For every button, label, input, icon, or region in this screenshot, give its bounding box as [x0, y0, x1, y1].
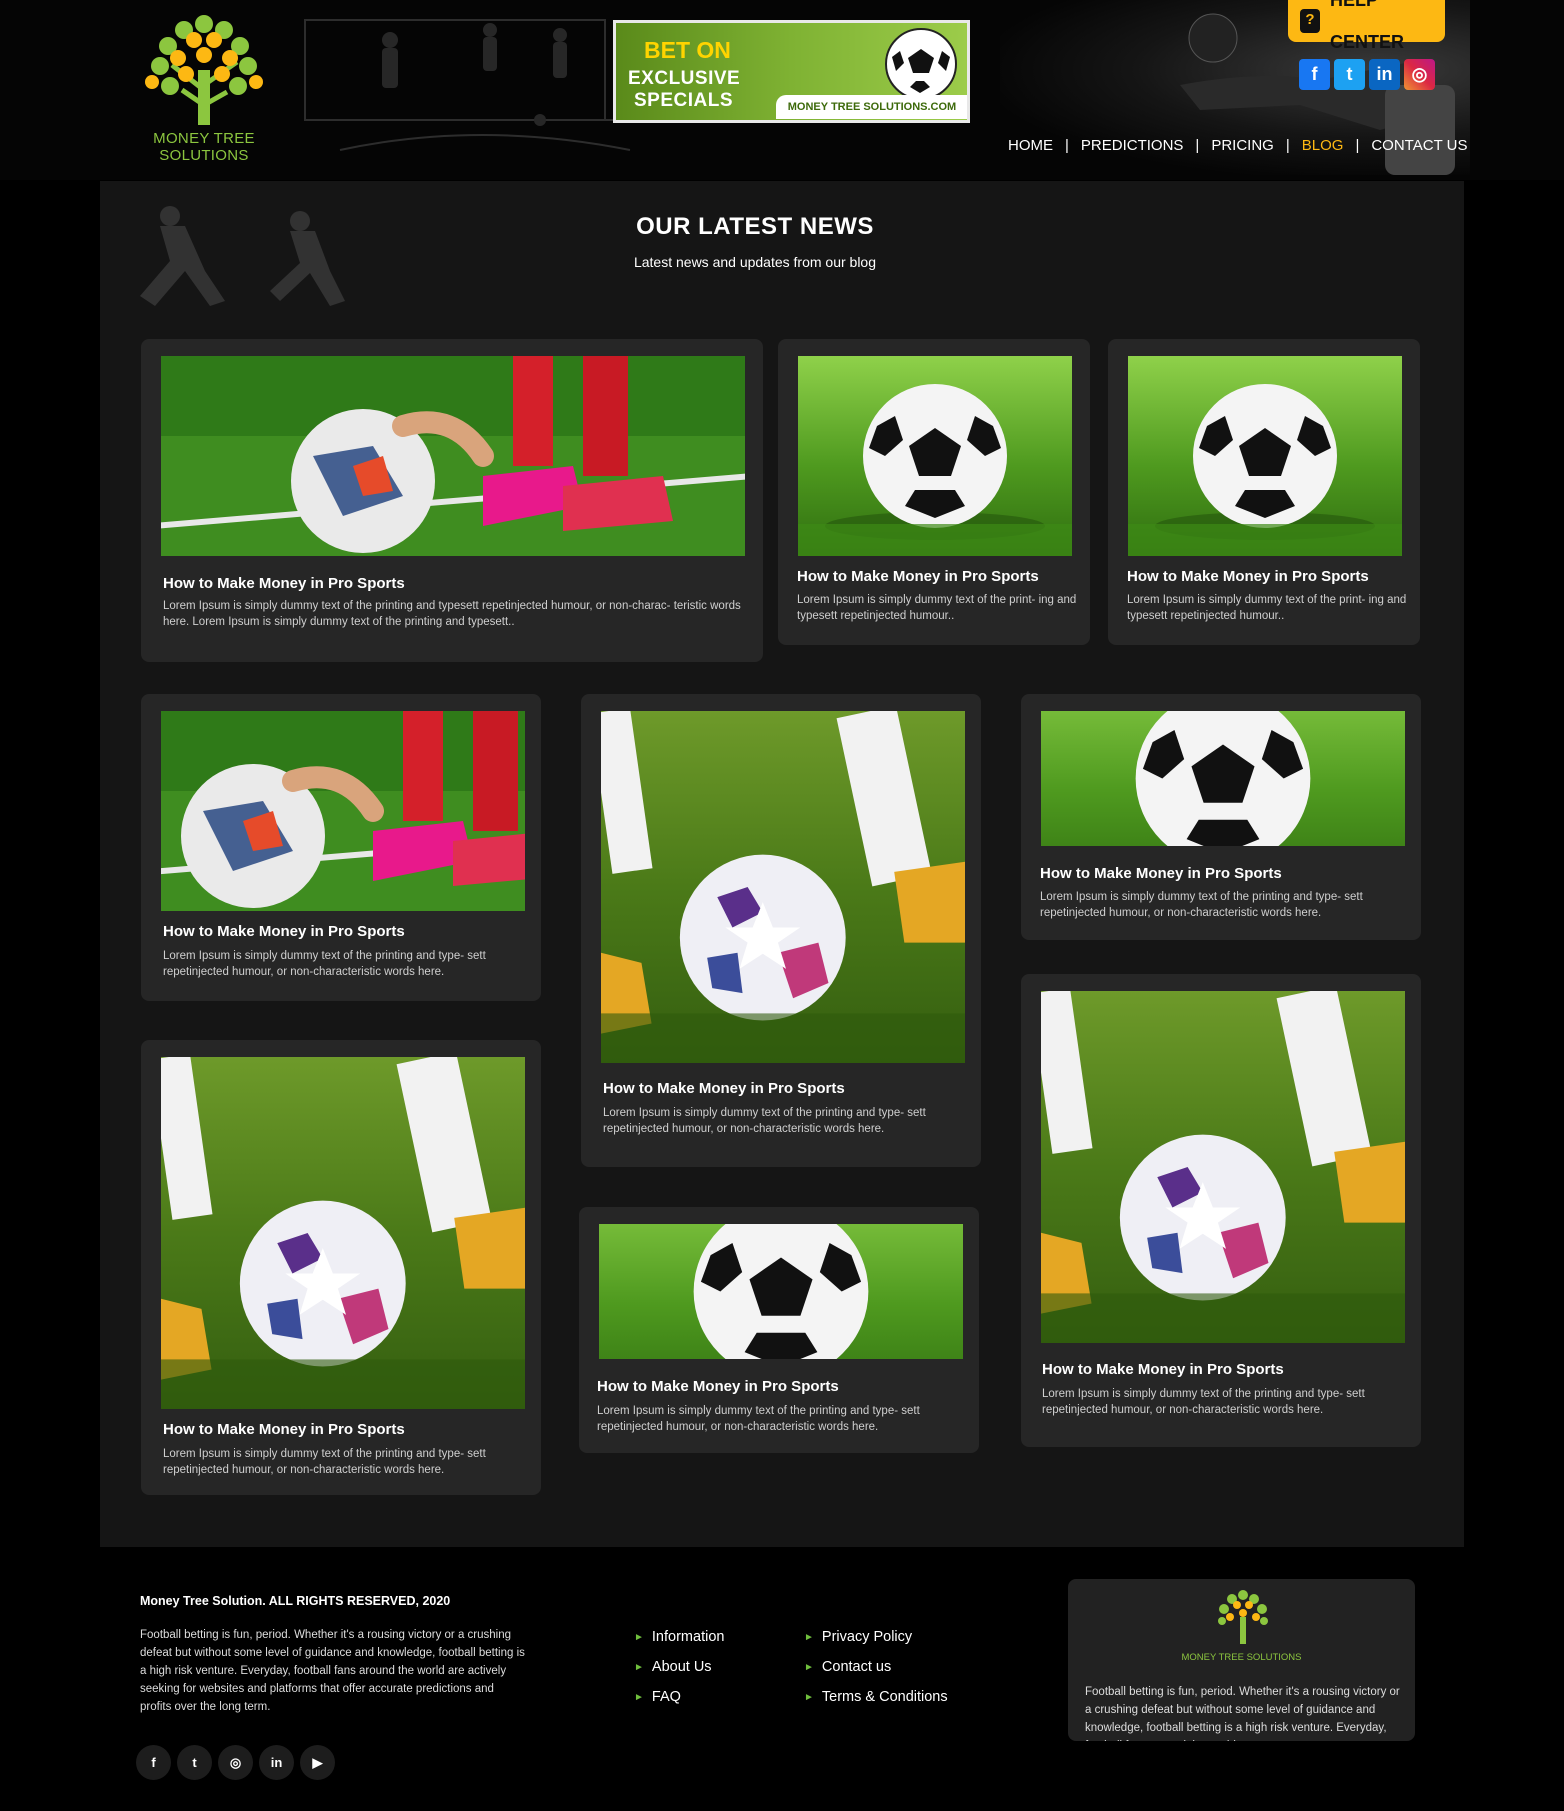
photo-illustration — [161, 711, 525, 911]
post-image — [798, 356, 1072, 556]
post-title[interactable]: How to Make Money in Pro Sports — [603, 1080, 845, 1097]
post-excerpt: Lorem Ipsum is simply dummy text of the … — [163, 950, 486, 978]
blog-section: OUR LATEST NEWS Latest news and updates … — [100, 181, 1464, 1547]
nav-contact-us[interactable]: CONTACT US — [1363, 137, 1475, 154]
post-image — [601, 711, 965, 1063]
photo-illustration — [599, 1224, 963, 1359]
nav-home[interactable]: HOME — [1000, 137, 1061, 154]
blog-card[interactable]: How to Make Money in Pro Sports Lorem Ip… — [778, 339, 1090, 645]
post-title[interactable]: How to Make Money in Pro Sports — [1040, 865, 1282, 882]
blog-card[interactable]: How to Make Money in Pro Sports Lorem Ip… — [141, 694, 541, 1001]
photo-illustration — [1041, 991, 1405, 1343]
post-image — [161, 1057, 525, 1409]
footer-social-links: f t ◎ in ▶ — [136, 1745, 335, 1780]
post-excerpt: Lorem Ipsum is simply dummy text of the … — [163, 600, 741, 628]
footer-box-text: Football betting is fun, period. Whether… — [1085, 1686, 1400, 1741]
nav-pricing[interactable]: PRICING — [1203, 137, 1282, 154]
footer-info-box: MONEY TREE SOLUTIONS Football betting is… — [1068, 1579, 1415, 1741]
question-icon: ? — [1300, 9, 1320, 33]
arrow-right-icon: ► — [804, 1631, 814, 1643]
instagram-icon[interactable]: ◎ — [218, 1745, 253, 1780]
soccer-ball-icon — [885, 28, 957, 100]
post-excerpt: Lorem Ipsum is simply dummy text of the … — [1127, 594, 1407, 622]
footer-link-contact-us[interactable]: ► Contact us — [804, 1652, 948, 1682]
arrow-right-icon: ► — [634, 1631, 644, 1643]
post-image — [161, 711, 525, 911]
footer-copyright: Money Tree Solution. ALL RIGHTS RESERVED… — [140, 1594, 451, 1608]
post-excerpt: Lorem Ipsum is simply dummy text of the … — [1040, 891, 1363, 919]
banner-headline: BET ON — [644, 37, 731, 63]
money-tree-icon — [145, 15, 263, 125]
arrow-right-icon: ► — [634, 1661, 644, 1673]
post-image — [1041, 991, 1405, 1343]
footer-link-information[interactable]: ► Information — [634, 1622, 724, 1652]
footer-link-about-us[interactable]: ► About Us — [634, 1652, 724, 1682]
post-image — [161, 356, 745, 556]
blog-card[interactable]: How to Make Money in Pro Sports Lorem Ip… — [579, 1207, 979, 1453]
post-title[interactable]: How to Make Money in Pro Sports — [163, 575, 405, 592]
money-tree-icon — [1218, 1590, 1268, 1644]
post-title[interactable]: How to Make Money in Pro Sports — [1127, 568, 1369, 585]
post-excerpt: Lorem Ipsum is simply dummy text of the … — [597, 1405, 920, 1433]
section-subtitle: Latest news and updates from our blog — [633, 254, 877, 270]
logo-text: MONEY TREE SOLUTIONS — [153, 130, 255, 164]
twitter-icon[interactable]: t — [1334, 59, 1365, 90]
blog-card[interactable]: How to Make Money in Pro Sports Lorem Ip… — [141, 339, 763, 662]
promo-banner[interactable]: BET ON EXCLUSIVE SPECIALS MONEY TREE SOL… — [613, 20, 970, 123]
photo-illustration — [601, 711, 965, 1063]
post-excerpt: Lorem Ipsum is simply dummy text of the … — [797, 594, 1077, 622]
site-header: MONEY TREE SOLUTIONS BET ON EXCLUSIVE SP… — [0, 0, 1564, 180]
youtube-icon[interactable]: ▶ — [300, 1745, 335, 1780]
photo-illustration — [798, 356, 1072, 556]
photo-illustration — [1041, 711, 1405, 846]
post-title[interactable]: How to Make Money in Pro Sports — [163, 1421, 405, 1438]
footer-logo-text: MONEY TREE SOLUTIONS — [1181, 1652, 1302, 1663]
help-center-label: HELP CENTER — [1329, 0, 1404, 52]
site-logo[interactable]: MONEY TREE SOLUTIONS — [112, 10, 296, 164]
post-excerpt: Lorem Ipsum is simply dummy text of the … — [163, 1448, 486, 1476]
post-title[interactable]: How to Make Money in Pro Sports — [797, 568, 1039, 585]
twitter-icon[interactable]: t — [177, 1745, 212, 1780]
blog-card[interactable]: How to Make Money in Pro Sports Lorem Ip… — [141, 1040, 541, 1495]
blog-card[interactable]: How to Make Money in Pro Sports Lorem Ip… — [581, 694, 981, 1167]
facebook-icon[interactable]: f — [1299, 59, 1330, 90]
post-image — [1128, 356, 1402, 556]
linkedin-icon[interactable]: in — [259, 1745, 294, 1780]
footer-about-text: Football betting is fun, period. Whether… — [140, 1629, 525, 1713]
post-excerpt: Lorem Ipsum is simply dummy text of the … — [1042, 1388, 1365, 1416]
footer-link-faq[interactable]: ► FAQ — [634, 1682, 724, 1712]
blog-card[interactable]: How to Make Money in Pro Sports Lorem Ip… — [1021, 694, 1421, 940]
arrow-right-icon: ► — [804, 1691, 814, 1703]
post-title[interactable]: How to Make Money in Pro Sports — [163, 923, 405, 940]
blog-card[interactable]: How to Make Money in Pro Sports Lorem Ip… — [1108, 339, 1420, 645]
header-social-links: f t in ◎ — [1299, 59, 1435, 90]
arrow-right-icon: ► — [634, 1691, 644, 1703]
section-title: OUR LATEST NEWS — [636, 213, 874, 240]
linkedin-icon[interactable]: in — [1369, 59, 1400, 90]
post-image — [599, 1224, 963, 1359]
facebook-icon[interactable]: f — [136, 1745, 171, 1780]
nav-predictions[interactable]: PREDICTIONS — [1073, 137, 1192, 154]
photo-illustration — [161, 1057, 525, 1409]
footer-link-terms[interactable]: ► Terms & Conditions — [804, 1682, 948, 1712]
instagram-icon[interactable]: ◎ — [1404, 59, 1435, 90]
banner-line-3: SPECIALS — [634, 90, 734, 111]
nav-blog[interactable]: BLOG — [1294, 137, 1352, 154]
blog-card[interactable]: How to Make Money in Pro Sports Lorem Ip… — [1021, 974, 1421, 1447]
banner-line-2: EXCLUSIVE — [628, 68, 741, 89]
photo-illustration — [161, 356, 745, 556]
post-title[interactable]: How to Make Money in Pro Sports — [597, 1378, 839, 1395]
post-image — [1041, 711, 1405, 846]
footer-link-privacy-policy[interactable]: ► Privacy Policy — [804, 1622, 948, 1652]
main-nav: HOME | PREDICTIONS | PRICING | BLOG | CONTAC… — [1000, 137, 1475, 154]
banner-url: MONEY TREE SOLUTIONS.COM — [776, 95, 967, 119]
help-center-button[interactable]: ? HELP CENTER — [1288, 0, 1445, 52]
arrow-right-icon: ► — [804, 1661, 814, 1673]
footer-links-col-2: ► Privacy Policy ► Contact us ► Terms & Con… — [804, 1622, 948, 1712]
photo-illustration — [1128, 356, 1402, 556]
footer-links-col-1: ► Information ► About Us ► FAQ — [634, 1622, 724, 1712]
players-silhouette-image — [304, 19, 655, 151]
post-title[interactable]: How to Make Money in Pro Sports — [1042, 1361, 1284, 1378]
post-excerpt: Lorem Ipsum is simply dummy text of the … — [603, 1107, 926, 1135]
